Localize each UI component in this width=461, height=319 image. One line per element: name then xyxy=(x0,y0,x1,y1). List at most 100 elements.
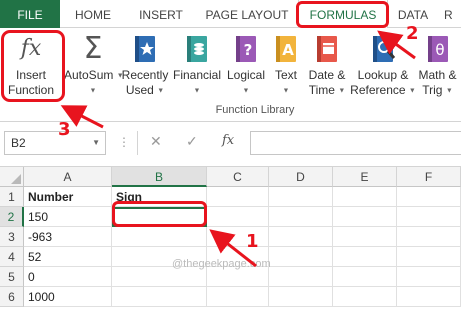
cell-f4[interactable] xyxy=(397,247,461,267)
column-header-d[interactable]: D xyxy=(269,167,333,187)
tab-file[interactable]: FILE xyxy=(0,0,60,28)
cell-c5[interactable] xyxy=(207,267,269,287)
cell-a5[interactable]: 0 xyxy=(24,267,112,287)
row-header-3[interactable]: 3 xyxy=(0,227,24,247)
cell-f6[interactable] xyxy=(397,287,461,307)
recently-used-label-2: Used ▼ xyxy=(125,83,165,97)
cell-e5[interactable] xyxy=(333,267,397,287)
star-book-icon xyxy=(135,36,155,62)
chevron-down-icon: ▼ xyxy=(282,87,290,95)
financial-button[interactable]: Financial ▼ xyxy=(170,34,224,104)
cancel-icon[interactable]: ✕ xyxy=(150,133,162,150)
cell-f5[interactable] xyxy=(397,267,461,287)
cell-b1[interactable]: Sign xyxy=(112,187,207,207)
text-caret-row: ▼ xyxy=(268,83,304,98)
lookup-reference-button[interactable]: Lookup & Reference ▼ xyxy=(350,34,416,104)
cell-e3[interactable] xyxy=(333,227,397,247)
chevron-down-icon: ▼ xyxy=(338,87,346,95)
recently-used-button[interactable]: Recently Used ▼ xyxy=(120,34,170,104)
date-time-label-1: Date & xyxy=(308,68,346,82)
step-number-1: 1 xyxy=(246,231,259,252)
cell-f3[interactable] xyxy=(397,227,461,247)
cell-c6[interactable] xyxy=(207,287,269,307)
cell-b6[interactable] xyxy=(112,287,207,307)
lookup-reference-label-2: Reference ▼ xyxy=(350,83,416,97)
theta-book-icon: θ xyxy=(427,36,448,62)
cell-b2-active[interactable] xyxy=(112,207,207,227)
svg-text:θ: θ xyxy=(435,41,444,59)
cell-f2[interactable] xyxy=(397,207,461,227)
row-header-4[interactable]: 4 xyxy=(0,247,24,267)
svg-text:A: A xyxy=(282,41,294,59)
cell-f1[interactable] xyxy=(397,187,461,207)
lookup-reference-label-1: Lookup & xyxy=(357,68,409,82)
tab-review-partial[interactable]: R xyxy=(438,0,461,28)
column-header-a[interactable]: A xyxy=(24,167,112,187)
function-library-group-label: Function Library xyxy=(215,104,295,116)
math-trig-button[interactable]: θ Math & Trig ▼ xyxy=(414,34,461,104)
chevron-down-icon[interactable]: ▼ xyxy=(92,132,100,154)
cell-a3[interactable]: -963 xyxy=(24,227,112,247)
cell-d2[interactable] xyxy=(269,207,333,227)
cell-b5[interactable] xyxy=(112,267,207,287)
formula-bar-grip-icon[interactable]: ⋮ xyxy=(118,135,130,149)
column-header-f[interactable]: F xyxy=(397,167,461,187)
cell-e4[interactable] xyxy=(333,247,397,267)
insert-function-fx-icon[interactable]: fx xyxy=(222,133,234,148)
cell-a4[interactable]: 52 xyxy=(24,247,112,267)
formulas-ribbon: fx Insert Function Σ AutoSum ▼ ▼ Recentl… xyxy=(0,28,461,122)
select-all-corner[interactable] xyxy=(0,167,24,187)
row-header-1[interactable]: 1 xyxy=(0,187,24,207)
text-button[interactable]: A Text ▼ xyxy=(268,34,304,104)
step-number-2: 2 xyxy=(406,23,419,44)
cell-d6[interactable] xyxy=(269,287,333,307)
row-header-5[interactable]: 5 xyxy=(0,267,24,287)
column-header-e[interactable]: E xyxy=(333,167,397,187)
step-number-3: 3 xyxy=(58,119,71,140)
worksheet-grid: A B C D E F 1 Number Sign 2 150 3 -963 4… xyxy=(0,167,461,319)
tab-home[interactable]: HOME xyxy=(60,0,126,28)
cell-e6[interactable] xyxy=(333,287,397,307)
cell-c2[interactable] xyxy=(207,207,269,227)
date-time-label-2: Time ▼ xyxy=(308,83,346,97)
logical-caret-row: ▼ xyxy=(224,83,268,98)
cell-d3[interactable] xyxy=(269,227,333,247)
cell-a6[interactable]: 1000 xyxy=(24,287,112,307)
name-box[interactable]: B2 ▼ xyxy=(4,131,106,155)
cell-a2[interactable]: 150 xyxy=(24,207,112,227)
row-header-2[interactable]: 2 xyxy=(0,207,24,227)
ribbon-tab-bar: FILE HOME INSERT PAGE LAYOUT FORMULAS DA… xyxy=(0,0,461,29)
cell-a1[interactable]: Number xyxy=(24,187,112,207)
chevron-down-icon: ▼ xyxy=(157,87,165,95)
cell-d1[interactable] xyxy=(269,187,333,207)
chevron-down-icon: ▼ xyxy=(242,87,250,95)
cell-b3[interactable] xyxy=(112,227,207,247)
insert-function-label-2: Function xyxy=(7,83,55,97)
enter-icon[interactable]: ✓ xyxy=(186,133,198,150)
autosum-label: AutoSum ▼ xyxy=(64,68,124,82)
insert-function-button[interactable]: fx Insert Function xyxy=(2,34,60,104)
financial-caret-row: ▼ xyxy=(170,83,224,98)
insert-function-label-1: Insert xyxy=(15,68,46,82)
cell-c1[interactable] xyxy=(207,187,269,207)
financial-book-icon xyxy=(187,36,207,62)
column-header-c[interactable]: C xyxy=(207,167,269,187)
autosum-button[interactable]: Σ AutoSum ▼ ▼ xyxy=(64,31,124,104)
cell-c3[interactable] xyxy=(207,227,269,247)
row-header-6[interactable]: 6 xyxy=(0,287,24,307)
calendar-book-icon xyxy=(317,36,337,62)
text-book-icon: A xyxy=(276,36,296,62)
tab-insert[interactable]: INSERT xyxy=(126,0,196,28)
sigma-icon: Σ xyxy=(83,31,103,66)
logical-button[interactable]: ? Logical ▼ xyxy=(224,34,268,104)
cell-e1[interactable] xyxy=(333,187,397,207)
column-header-b[interactable]: B xyxy=(112,167,207,187)
cell-d5[interactable] xyxy=(269,267,333,287)
date-time-button[interactable]: Date & Time ▼ xyxy=(304,34,350,104)
math-trig-label-2: Trig ▼ xyxy=(422,83,453,97)
cell-d4[interactable] xyxy=(269,247,333,267)
formula-input[interactable] xyxy=(250,131,461,155)
cell-e2[interactable] xyxy=(333,207,397,227)
tab-page-layout[interactable]: PAGE LAYOUT xyxy=(196,0,298,28)
tab-formulas[interactable]: FORMULAS xyxy=(298,0,388,29)
